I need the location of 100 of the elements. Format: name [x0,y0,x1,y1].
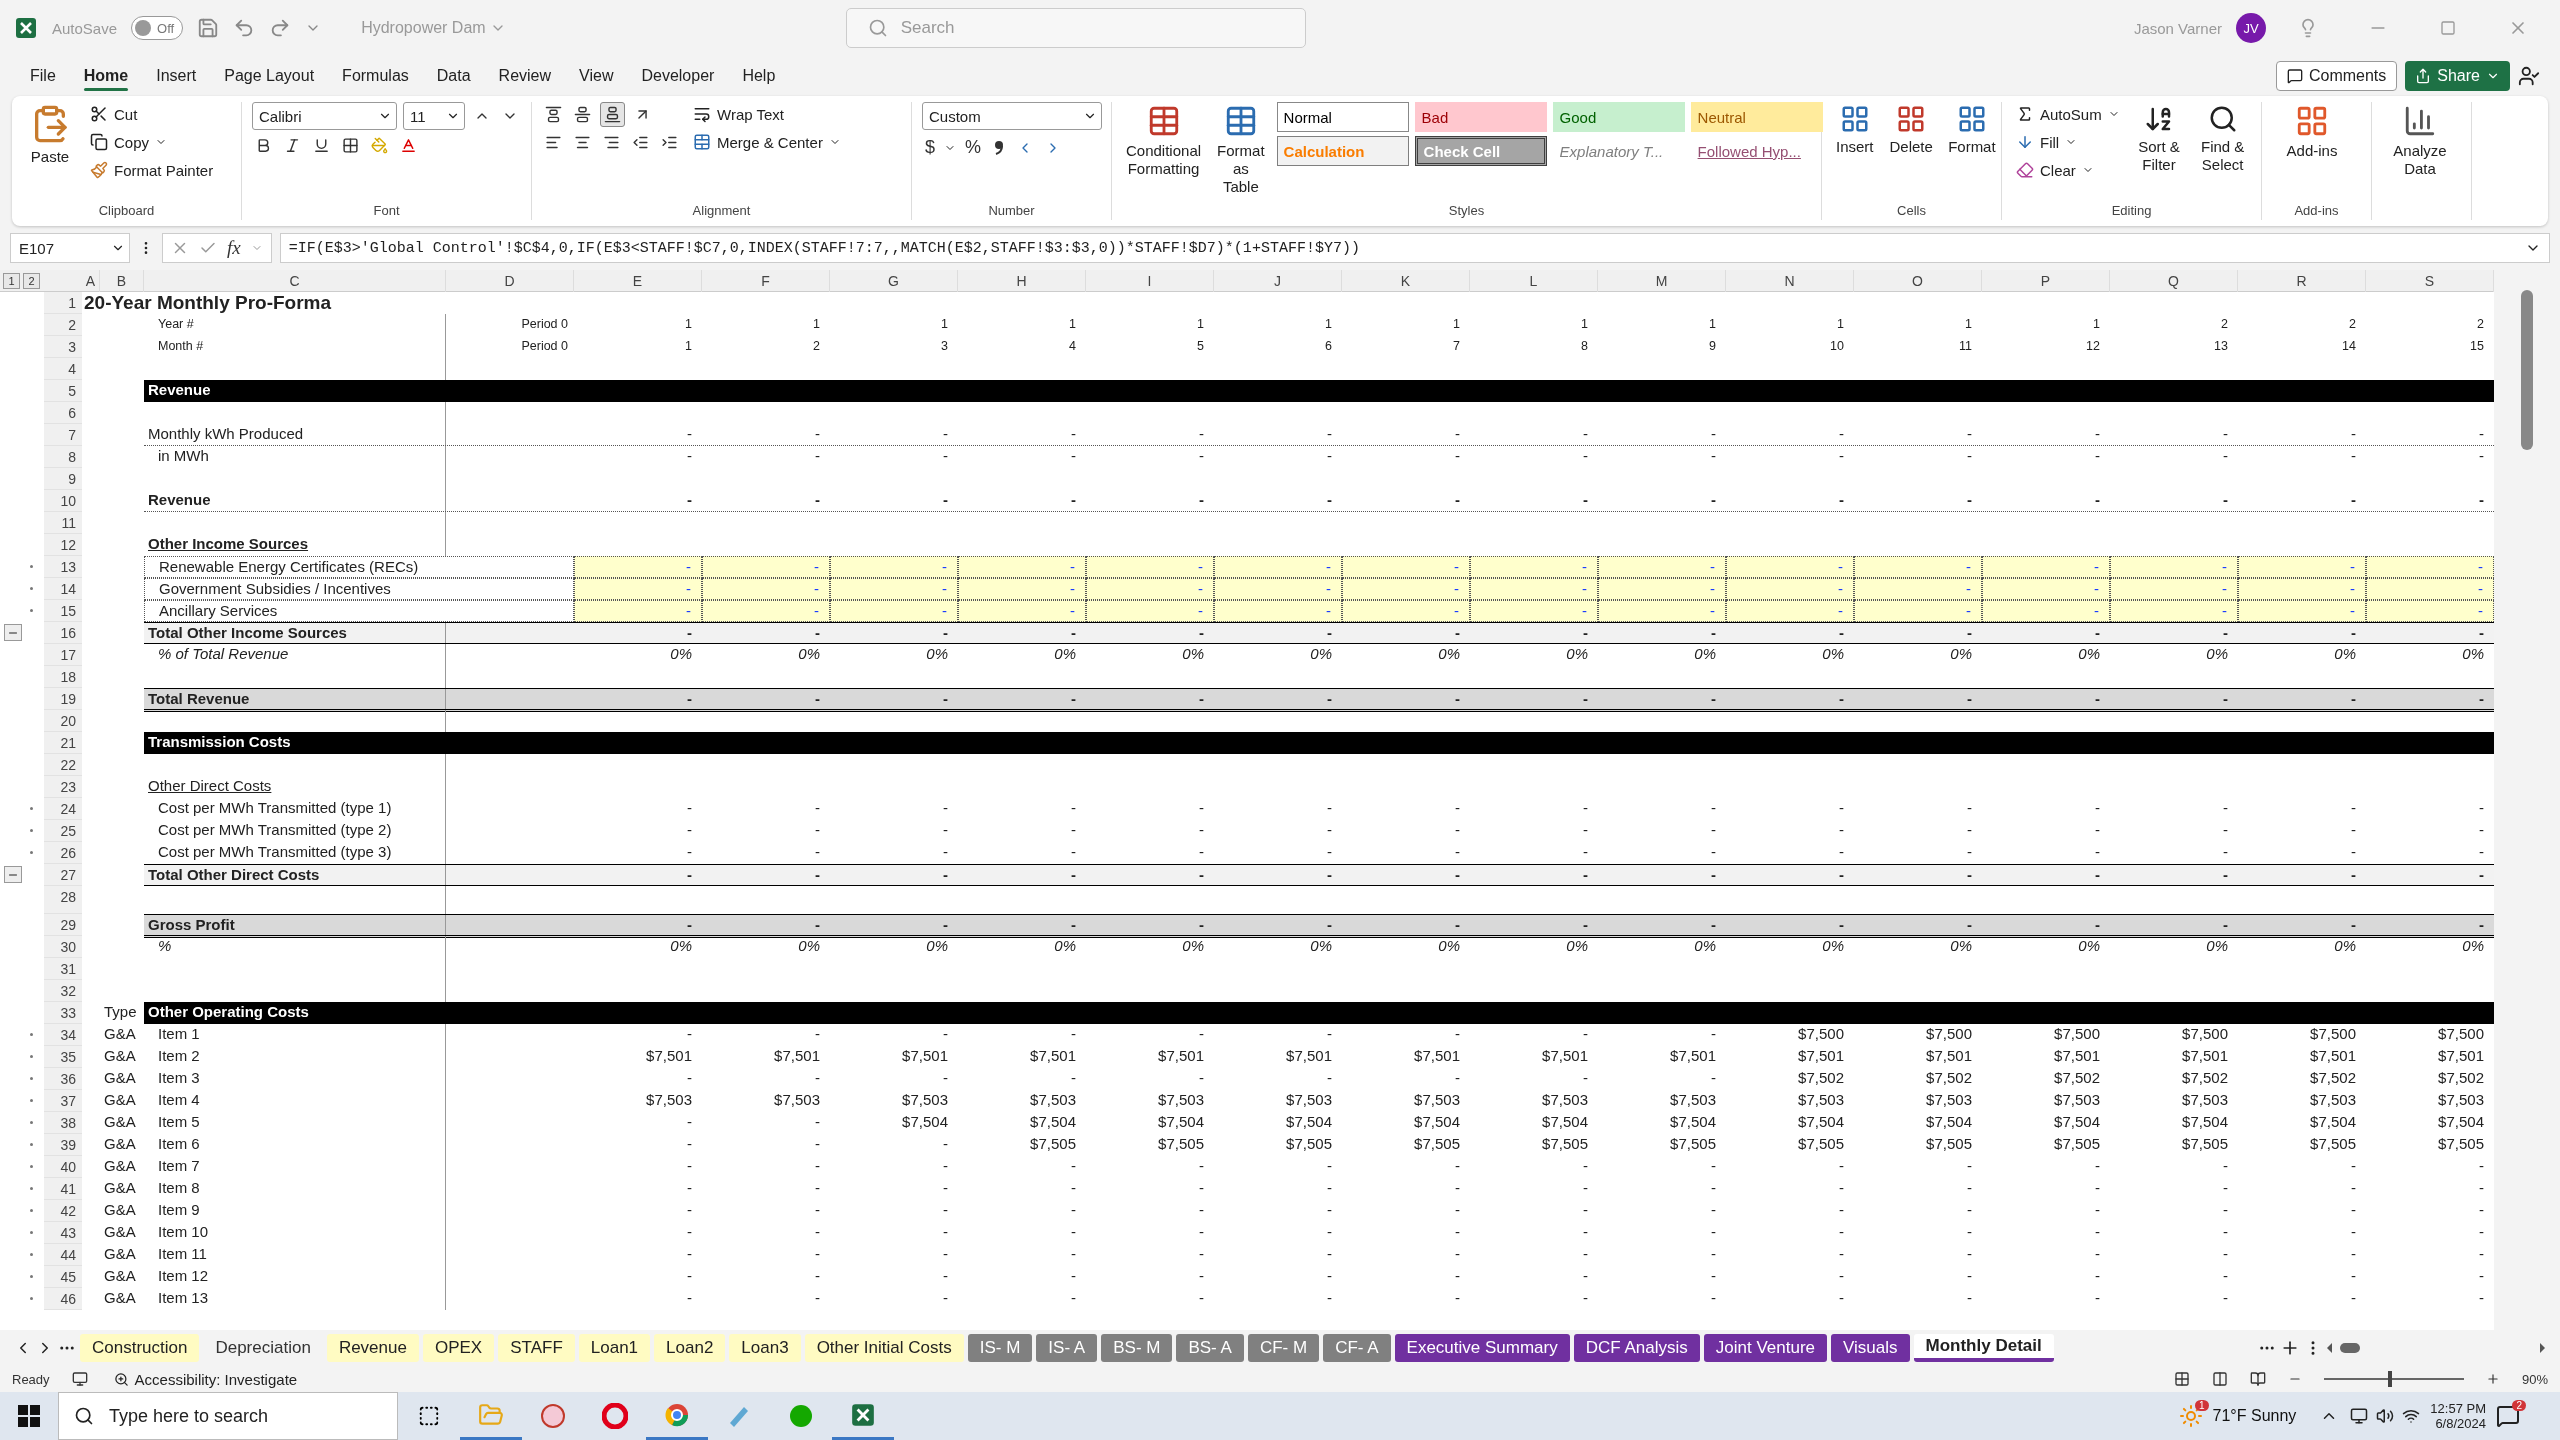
insert-button[interactable]: Insert [1832,102,1878,158]
search-field[interactable]: Search [845,8,1306,48]
input-cell[interactable]: - [1726,600,1854,622]
input-cell[interactable]: - [958,556,1086,578]
column-header[interactable]: H [958,270,1086,292]
sheet-tab[interactable]: Revenue [326,1334,419,1362]
percent-button[interactable]: % [962,134,985,161]
clear-button[interactable]: Clear [2012,158,2124,182]
menu-tab[interactable]: View [569,61,624,91]
input-cell[interactable]: - [1086,600,1214,622]
horizontal-scrollbar[interactable] [2326,1341,2546,1355]
fill-button[interactable]: Fill [2012,130,2124,154]
copy-button[interactable]: Copy [86,130,218,154]
find-select-button[interactable]: Find & Select [2194,102,2251,176]
save-icon[interactable] [197,17,220,39]
menu-tab[interactable]: Home [73,61,139,91]
menu-tab[interactable]: Data [426,61,481,91]
input-cell[interactable]: - [2366,578,2494,600]
column-header[interactable]: Q [2110,270,2238,292]
sheet-tab[interactable]: DCF Analysis [1573,1334,1700,1362]
input-cell[interactable]: - [2238,600,2366,622]
sheet-tab[interactable]: BS- M [1101,1334,1173,1362]
input-cell[interactable]: - [830,556,958,578]
formula-field[interactable]: =IF(E$3>'Global Control'!$C$4,0,IF(E$3<STAFF!$C7,0,INDEX(STAFF!7:7,,MATCH(E$2,STAFF!$3:$3,0))*STAFF!$D7)*(1+STAFF!$Y7)) [279,233,2550,263]
input-cell[interactable]: - [702,578,830,600]
input-cell[interactable]: - [958,600,1086,622]
column-header[interactable]: J [1214,270,1342,292]
conditional-formatting-button[interactable]: Conditional Formatting [1122,102,1206,180]
input-cell[interactable]: - [1726,578,1854,600]
collapse-button[interactable] [4,866,22,883]
normal-view-icon[interactable] [2173,1371,2190,1387]
column-header[interactable]: R [2238,270,2366,292]
column-header[interactable]: F [702,270,830,292]
font-name-field[interactable]: Calibri [252,102,397,130]
cell-style[interactable]: Good [1552,102,1685,132]
cell-style[interactable]: Explanatory T... [1552,136,1685,166]
bottom-align-icon[interactable] [600,102,625,127]
input-cell[interactable]: - [2366,600,2494,622]
merge-center-button[interactable]: Merge & Center [689,130,845,154]
weather-text[interactable]: 71°F Sunny [2212,1407,2297,1425]
comments-button[interactable]: Comments [2275,61,2398,91]
column-header[interactable]: I [1086,270,1214,292]
sheet-tab[interactable]: Depreciation [203,1334,323,1362]
input-cell[interactable]: - [1342,556,1470,578]
cell-style[interactable]: Bad [1414,102,1547,132]
input-cell[interactable]: - [830,578,958,600]
autosave-toggle[interactable]: Off [131,16,184,40]
input-cell[interactable]: - [1342,578,1470,600]
column-header[interactable]: P [1982,270,2110,292]
volume-icon[interactable] [2376,1407,2395,1425]
input-cell[interactable]: - [1086,578,1214,600]
format-as-table-button[interactable]: Format as Table [1213,102,1269,198]
outline-level-button[interactable]: 2 [23,272,40,289]
input-cell[interactable]: - [2238,556,2366,578]
input-cell[interactable]: - [2110,556,2238,578]
sheet-tab[interactable]: CF- A [1323,1334,1391,1362]
input-cell[interactable]: - [2110,578,2238,600]
input-cell[interactable]: - [1470,556,1598,578]
number-format-field[interactable]: Custom [922,102,1102,130]
sheet-tab[interactable]: IS- A [1036,1334,1098,1362]
input-cell[interactable]: - [2238,578,2366,600]
input-cell[interactable]: - [1214,600,1342,622]
input-cell[interactable]: - [1726,556,1854,578]
sheet-tab[interactable]: STAFF [498,1334,575,1362]
input-cell[interactable]: - [1214,578,1342,600]
name-box[interactable]: E107 [10,233,130,263]
sheet-tab[interactable]: Loan3 [729,1334,801,1362]
paste-button[interactable]: Paste [22,102,78,168]
taskbar-search-field[interactable]: Type here to search [58,1392,398,1440]
zoom-slider[interactable] [2323,1371,2464,1387]
input-cell[interactable]: - [1214,556,1342,578]
column-header[interactable]: D [446,270,574,292]
sheet-tab[interactable]: Loan1 [578,1334,651,1362]
menu-tab[interactable]: Developer [631,61,725,91]
menu-tab[interactable]: Review [488,61,562,91]
input-cell[interactable]: - [702,556,830,578]
sheet-tab[interactable]: Visuals [1831,1334,1910,1362]
column-header[interactable]: M [1598,270,1726,292]
column-header[interactable]: G [830,270,958,292]
column-header[interactable]: O [1854,270,1982,292]
sort-filter-button[interactable]: Sort & Filter [2131,102,2187,176]
sheet-tab[interactable]: CF- M [1247,1334,1320,1362]
input-cell[interactable]: - [1982,556,2110,578]
input-cell[interactable]: - [1854,578,1982,600]
input-cell[interactable]: - [2366,556,2494,578]
input-cell[interactable]: - [1470,600,1598,622]
menu-tab[interactable]: Formulas [332,61,419,91]
sheet-tab[interactable]: BS- A [1176,1334,1244,1362]
input-cell[interactable]: - [830,600,958,622]
sheet-tab[interactable]: Joint Venture [1703,1334,1828,1362]
input-cell[interactable]: - [958,578,1086,600]
accessibility-button[interactable]: Accessibility: Investigate [109,1367,302,1391]
add-ins-button[interactable]: Add-ins [2272,102,2352,162]
input-cell[interactable]: - [1854,556,1982,578]
page-layout-icon[interactable] [2211,1371,2228,1387]
sheet-tab[interactable]: Monthly Detail [1913,1334,2054,1362]
input-cell[interactable]: - [702,600,830,622]
delete-button[interactable]: Delete [1885,102,1937,158]
input-cell[interactable]: - [1086,556,1214,578]
input-cell[interactable]: - [1598,556,1726,578]
